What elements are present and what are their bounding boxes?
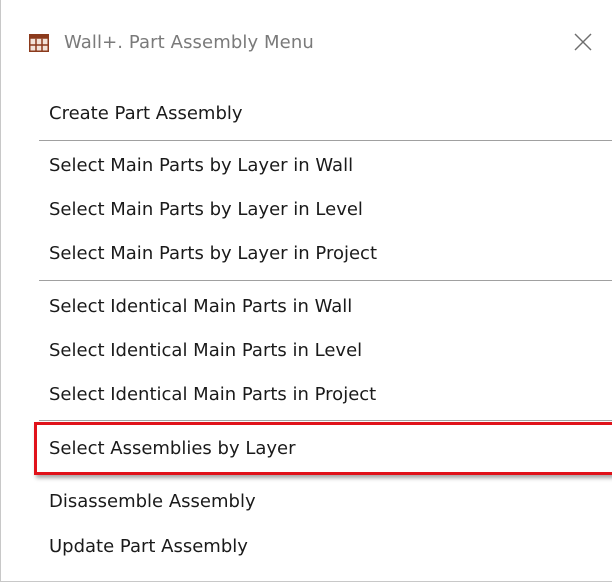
menu-item-select-main-parts-layer-wall[interactable]: Select Main Parts by Layer in Wall [1,145,612,189]
menu-item-select-identical-main-parts-project[interactable]: Select Identical Main Parts in Project [1,374,612,418]
menu-separator [39,140,612,141]
menu-item-update-part-assembly[interactable]: Update Part Assembly [1,526,612,570]
menu-item-label: Select Identical Main Parts in Level [49,340,363,361]
close-icon [574,33,592,51]
window-title: Wall+. Part Assembly Menu [64,32,314,53]
menu-separator [39,420,612,421]
menu-item-select-assemblies-by-layer[interactable]: Select Assemblies by Layer [1,428,612,472]
menu-item-label: Update Part Assembly [49,536,248,557]
title-bar: Wall+. Part Assembly Menu [1,0,612,86]
close-button[interactable] [567,27,599,57]
menu-item-label: Select Assemblies by Layer [49,438,296,459]
part-assembly-menu-window: Wall+. Part Assembly Menu Create Part As… [0,0,612,582]
menu-item-disassemble-assembly[interactable]: Disassemble Assembly [1,481,612,525]
menu-item-select-main-parts-layer-level[interactable]: Select Main Parts by Layer in Level [1,189,612,233]
menu-item-create-part-assembly[interactable]: Create Part Assembly [1,93,612,137]
menu-item-select-main-parts-layer-project[interactable]: Select Main Parts by Layer in Project [1,233,612,277]
menu-item-label: Select Main Parts by Layer in Wall [49,155,354,176]
menu-item-label: Select Main Parts by Layer in Project [49,243,377,264]
menu-separator [39,280,612,281]
menu-item-label: Select Main Parts by Layer in Level [49,199,363,220]
menu-separator [39,474,612,475]
menu-item-select-identical-main-parts-level[interactable]: Select Identical Main Parts in Level [1,330,612,374]
menu-item-label: Disassemble Assembly [49,491,256,512]
menu-item-label: Select Identical Main Parts in Wall [49,296,353,317]
menu-item-label: Select Identical Main Parts in Project [49,384,377,405]
menu-item-select-identical-main-parts-wall[interactable]: Select Identical Main Parts in Wall [1,286,612,330]
menu-item-label: Create Part Assembly [49,103,243,124]
grid-window-icon [29,34,49,52]
